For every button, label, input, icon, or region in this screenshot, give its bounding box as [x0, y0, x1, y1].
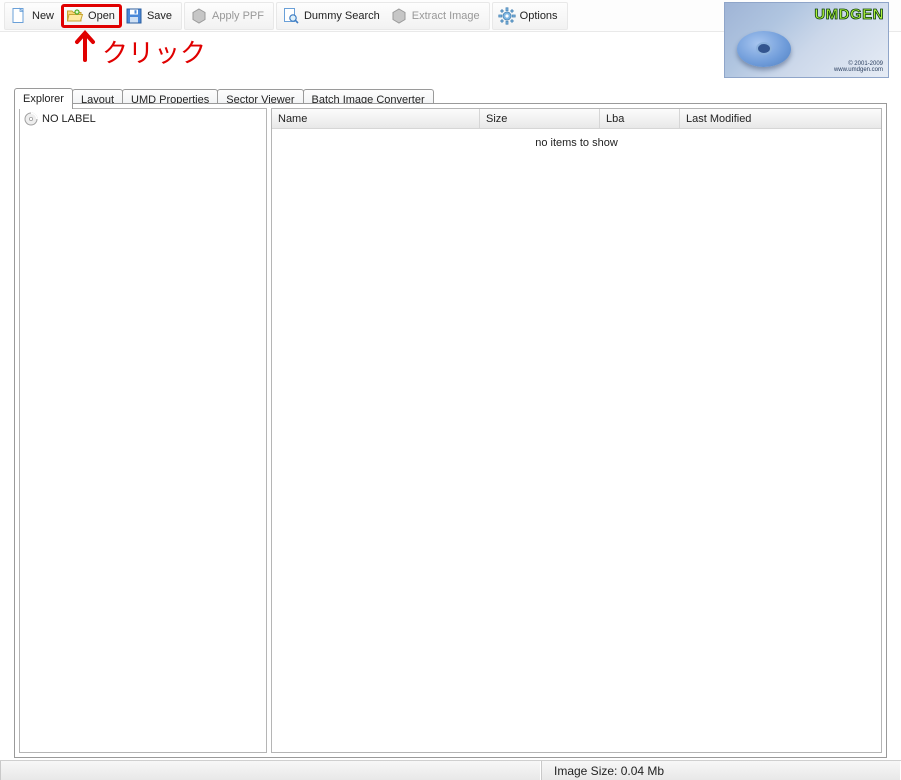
open-button[interactable]: Open: [61, 4, 122, 28]
open-label: Open: [88, 10, 115, 22]
toolbar-group-options: Options: [492, 2, 568, 30]
gear-icon: [498, 7, 516, 25]
brand-logo: UMDGEN © 2001-2009 www.umdgen.com: [724, 2, 889, 78]
options-label: Options: [520, 10, 558, 22]
open-folder-icon: [66, 7, 84, 25]
save-button[interactable]: Save: [122, 4, 179, 28]
options-button[interactable]: Options: [495, 4, 565, 28]
extract-image-label: Extract Image: [412, 10, 480, 22]
annotation-click: クリック: [68, 30, 248, 84]
list-header: Name Size Lba Last Modified: [272, 109, 881, 129]
list-pane: Name Size Lba Last Modified no items to …: [271, 108, 882, 753]
new-file-icon: [10, 7, 28, 25]
tab-explorer[interactable]: Explorer: [14, 88, 73, 109]
search-icon: [282, 7, 300, 25]
save-label: Save: [147, 10, 172, 22]
col-header-modified[interactable]: Last Modified: [680, 109, 881, 128]
brand-logo-text: UMDGEN: [814, 6, 884, 23]
col-header-size[interactable]: Size: [480, 109, 600, 128]
status-image-size: Image Size: 0.04 Mb: [541, 761, 901, 780]
col-header-lba[interactable]: Lba: [600, 109, 680, 128]
extract-image-button[interactable]: Extract Image: [387, 4, 487, 28]
annotation-text: クリック: [102, 39, 206, 68]
brand-disc-icon: [737, 31, 791, 67]
hexagon-icon: [390, 7, 408, 25]
tree-pane[interactable]: NO LABEL: [19, 108, 267, 753]
apply-ppf-label: Apply PPF: [212, 10, 264, 22]
apply-ppf-button[interactable]: Apply PPF: [187, 4, 271, 28]
toolbar-group-file: New Open Save: [4, 2, 182, 30]
tree-root-item[interactable]: NO LABEL: [24, 112, 262, 126]
new-button[interactable]: New: [7, 4, 61, 28]
dummy-search-label: Dummy Search: [304, 10, 380, 22]
disc-icon: [24, 112, 38, 126]
content-frame: NO LABEL Name Size Lba Last Modified no …: [14, 103, 887, 758]
status-bar: Image Size: 0.04 Mb: [0, 760, 901, 780]
new-label: New: [32, 10, 54, 22]
hexagon-icon: [190, 7, 208, 25]
save-floppy-icon: [125, 7, 143, 25]
status-spacer: [0, 761, 541, 780]
tree-root-label: NO LABEL: [42, 113, 96, 125]
col-header-name[interactable]: Name: [272, 109, 480, 128]
brand-copyright: © 2001-2009 www.umdgen.com: [834, 61, 883, 74]
toolbar-group-ppf: Apply PPF: [184, 2, 274, 30]
toolbar-group-tools: Dummy Search Extract Image: [276, 2, 490, 30]
list-empty-message: no items to show: [272, 137, 881, 149]
dummy-search-button[interactable]: Dummy Search: [279, 4, 387, 28]
